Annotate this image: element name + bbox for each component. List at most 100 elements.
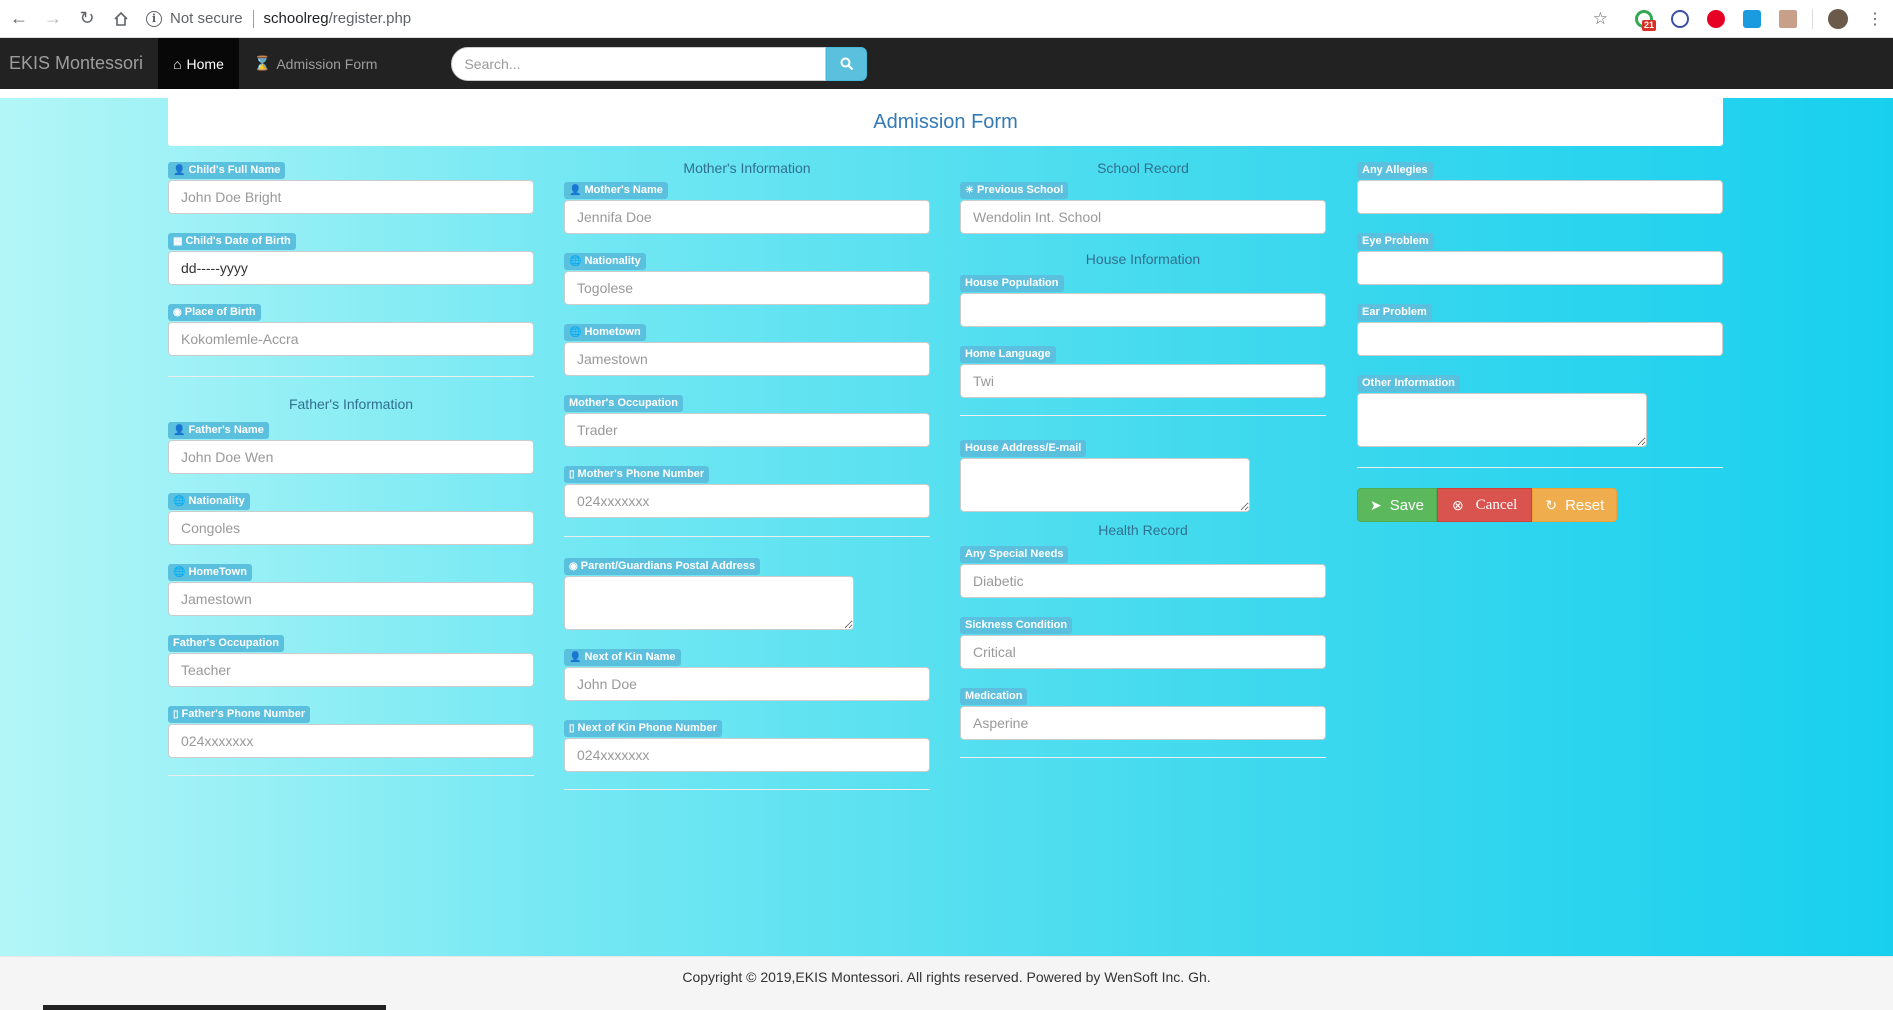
refresh-icon: ↻ bbox=[1545, 496, 1558, 513]
house-population-input[interactable] bbox=[960, 293, 1326, 327]
prev-school-label-text: Previous School bbox=[976, 184, 1064, 196]
child-name-input[interactable] bbox=[168, 180, 534, 214]
mother-occupation-group: Mother's Occupation bbox=[564, 393, 930, 447]
allergies-input[interactable] bbox=[1357, 180, 1723, 214]
father-phone-label-text: Father's Phone Number bbox=[181, 708, 306, 720]
mother-hometown-input[interactable] bbox=[564, 342, 930, 376]
place-birth-label: ◉ Place of Birth bbox=[168, 304, 261, 321]
child-name-label-text: Child's Full Name bbox=[188, 164, 281, 176]
divider bbox=[960, 757, 1326, 758]
father-phone-label: ▯ Father's Phone Number bbox=[168, 706, 311, 723]
send-icon: ➤ bbox=[1370, 496, 1382, 513]
cancel-button[interactable]: ⊗ Cancel bbox=[1436, 488, 1533, 522]
extension-share-icon[interactable] bbox=[1743, 10, 1761, 28]
father-occupation-label: Father's Occupation bbox=[168, 635, 284, 652]
map-marker-icon: ◉ bbox=[569, 561, 578, 572]
extension-badge: 21 bbox=[1641, 20, 1656, 31]
father-nationality-input[interactable] bbox=[168, 511, 534, 545]
place-birth-group: ◉ Place of Birth bbox=[168, 302, 534, 356]
mother-nationality-group: 🌐 Nationality bbox=[564, 251, 930, 305]
mother-name-group: 👤 Mother's Name bbox=[564, 180, 930, 234]
place-birth-label-text: Place of Birth bbox=[184, 306, 256, 318]
kin-phone-input[interactable] bbox=[564, 738, 930, 772]
url-path: /register.php bbox=[328, 10, 412, 27]
child-name-group: 👤 Child's Full Name bbox=[168, 160, 534, 214]
kin-name-input[interactable] bbox=[564, 667, 930, 701]
profile-avatar-icon[interactable] bbox=[1828, 9, 1848, 29]
house-address-textarea[interactable] bbox=[960, 458, 1250, 512]
home-language-label: Home Language bbox=[960, 346, 1056, 363]
info-icon[interactable]: i bbox=[146, 10, 162, 27]
sickness-label: Sickness Condition bbox=[960, 617, 1073, 634]
ear-problem-label: Ear Problem bbox=[1357, 304, 1432, 321]
forward-arrow-icon[interactable]: → bbox=[38, 4, 68, 34]
prev-school-group: ☀ Previous School bbox=[960, 180, 1326, 234]
sun-icon: ☀ bbox=[965, 185, 974, 196]
brand-link[interactable]: EKIS Montessori bbox=[0, 38, 158, 89]
home-icon[interactable] bbox=[106, 4, 136, 34]
nav-home[interactable]: ⌂ Home bbox=[158, 38, 239, 89]
child-dob-input[interactable] bbox=[168, 251, 534, 285]
postal-address-textarea[interactable] bbox=[564, 576, 854, 630]
nav-admission-label: Admission Form bbox=[276, 55, 378, 72]
eye-problem-label: Eye Problem bbox=[1357, 233, 1434, 250]
map-marker-icon: ◉ bbox=[173, 307, 182, 318]
horizontal-scrollbar[interactable] bbox=[43, 1005, 386, 1010]
user-icon: 👤 bbox=[173, 425, 186, 436]
pdf-icon[interactable] bbox=[1779, 10, 1797, 28]
mother-hometown-label-text: Hometown bbox=[584, 326, 641, 338]
other-info-textarea[interactable] bbox=[1357, 393, 1647, 447]
medication-label: Medication bbox=[960, 688, 1028, 705]
reset-button-label: Reset bbox=[1565, 496, 1605, 514]
home-language-input[interactable] bbox=[960, 364, 1326, 398]
reset-button[interactable]: ↻ Reset bbox=[1532, 488, 1618, 522]
special-needs-input[interactable] bbox=[960, 564, 1326, 598]
reload-icon[interactable]: ↻ bbox=[72, 4, 102, 34]
father-occupation-group: Father's Occupation bbox=[168, 633, 534, 687]
postal-address-label: ◉ Parent/Guardians Postal Address bbox=[564, 558, 761, 575]
health-section-title: Health Record bbox=[1098, 522, 1188, 538]
kin-phone-label-text: Next of Kin Phone Number bbox=[577, 722, 717, 734]
search-input[interactable] bbox=[451, 46, 827, 81]
sickness-group: Sickness Condition bbox=[960, 615, 1326, 669]
father-nationality-label: 🌐 Nationality bbox=[168, 493, 250, 510]
user-icon: 👤 bbox=[569, 652, 582, 663]
father-section-title: Father's Information bbox=[288, 396, 414, 412]
father-occupation-input[interactable] bbox=[168, 653, 534, 687]
save-button[interactable]: ➤ Save bbox=[1357, 488, 1437, 522]
bookmark-star-icon[interactable]: ☆ bbox=[1593, 9, 1608, 29]
medication-input[interactable] bbox=[960, 706, 1326, 740]
extension-green-icon[interactable]: 21 bbox=[1635, 10, 1656, 31]
address-bar[interactable]: i Not secure schoolreg/register.php bbox=[146, 4, 411, 34]
search-button[interactable] bbox=[826, 46, 868, 81]
user-icon: 👤 bbox=[569, 185, 582, 196]
mother-phone-input[interactable] bbox=[564, 484, 930, 518]
prev-school-label: ☀ Previous School bbox=[960, 182, 1069, 199]
mother-hometown-label: 🌐 Hometown bbox=[564, 324, 646, 341]
father-hometown-input[interactable] bbox=[168, 582, 534, 616]
house-address-label: House Address/E-mail bbox=[960, 440, 1087, 457]
mother-nationality-input[interactable] bbox=[564, 271, 930, 305]
mother-nationality-label: 🌐 Nationality bbox=[564, 253, 646, 270]
child-dob-label-text: Child's Date of Birth bbox=[185, 235, 291, 247]
divider bbox=[564, 536, 930, 537]
main-content: Admission Form 👤Child's Full Name ▦Child… bbox=[0, 98, 1893, 956]
back-arrow-icon[interactable]: ← bbox=[4, 4, 34, 34]
extension-block-icon[interactable] bbox=[1671, 10, 1689, 28]
mother-occupation-input[interactable] bbox=[564, 413, 930, 447]
father-nationality-group: 🌐 Nationality bbox=[168, 491, 534, 545]
mother-name-input[interactable] bbox=[564, 200, 930, 234]
father-name-label: 👤 Father's Name bbox=[168, 422, 269, 439]
father-phone-input[interactable] bbox=[168, 724, 534, 758]
father-name-input[interactable] bbox=[168, 440, 534, 474]
prev-school-input[interactable] bbox=[960, 200, 1326, 234]
menu-dots-icon[interactable]: ⋮ bbox=[1867, 9, 1883, 29]
sickness-input[interactable] bbox=[960, 635, 1326, 669]
phone-icon: ▯ bbox=[173, 709, 179, 720]
nav-admission-form[interactable]: ⌛ Admission Form bbox=[239, 38, 393, 89]
place-birth-input[interactable] bbox=[168, 322, 534, 356]
globe-icon: 🌐 bbox=[173, 496, 186, 507]
ear-problem-input[interactable] bbox=[1357, 322, 1723, 356]
eye-problem-input[interactable] bbox=[1357, 251, 1723, 285]
pinterest-icon[interactable] bbox=[1707, 10, 1725, 28]
